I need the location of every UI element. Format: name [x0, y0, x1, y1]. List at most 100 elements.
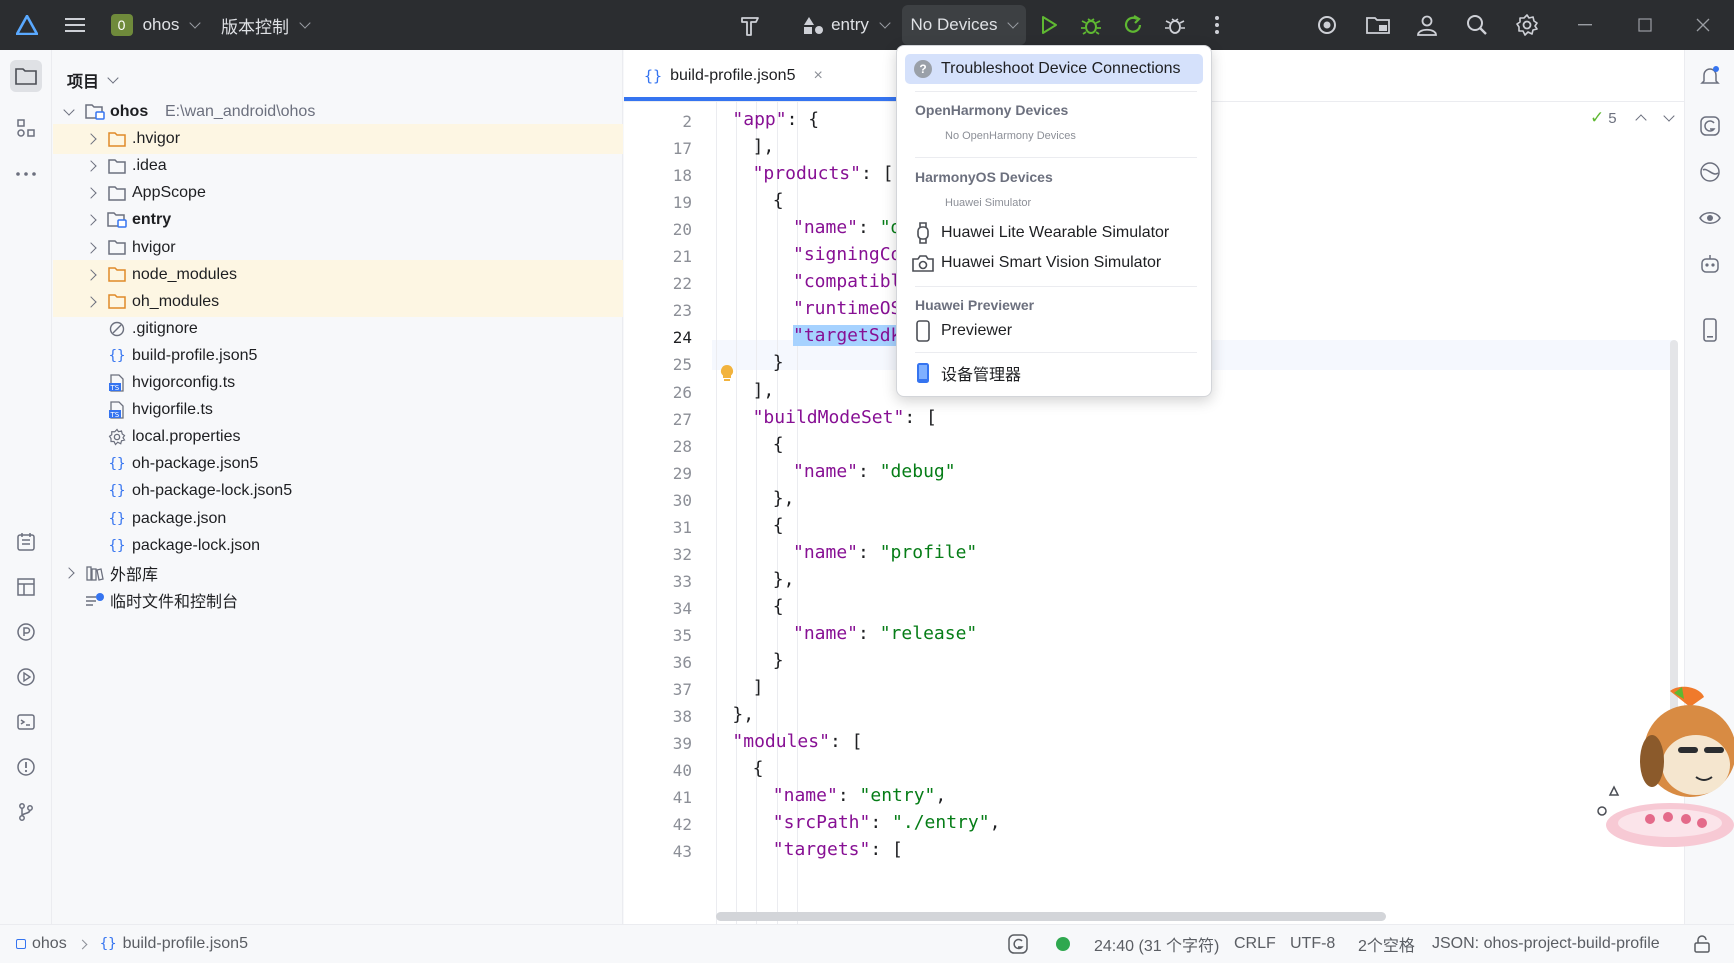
harmony-assistant-icon[interactable] [1694, 156, 1726, 188]
run-icon[interactable] [1034, 0, 1064, 50]
codegenie-icon[interactable] [1694, 110, 1726, 142]
tree-item-[interactable]: 外部库 [53, 558, 623, 588]
tree-item-gitignore[interactable]: .gitignore [53, 314, 623, 344]
structure-icon[interactable] [10, 112, 42, 144]
hammer-build-icon[interactable] [734, 0, 768, 50]
chevron-down-icon[interactable] [1662, 110, 1675, 122]
status-ok-indicator[interactable] [1056, 925, 1070, 963]
chevron-right-icon[interactable] [85, 160, 97, 172]
close-tab-icon[interactable]: × [813, 67, 822, 85]
horizontal-scrollbar[interactable] [716, 912, 1386, 921]
chevron-right-icon[interactable] [63, 567, 75, 579]
plugin-icon[interactable] [1312, 0, 1342, 50]
maximize-window-icon[interactable] [1630, 0, 1660, 50]
tree-item-label: 外部库 [110, 566, 159, 584]
layout-inspector-icon[interactable] [10, 571, 42, 603]
code-line: ], [753, 376, 775, 406]
tree-item-idea[interactable]: .idea [53, 151, 623, 181]
device-selector-label: No Devices [910, 15, 998, 34]
breadcrumb-project[interactable]: ohos [32, 935, 67, 953]
codegenie-status-icon[interactable] [1008, 925, 1028, 963]
minimize-window-icon[interactable] [1570, 0, 1600, 50]
settings-gear-icon[interactable] [1512, 0, 1542, 50]
tree-item-hvigor[interactable]: .hvigor [53, 124, 623, 155]
git-branch-icon[interactable] [10, 796, 42, 828]
chevron-down-icon [1007, 16, 1020, 29]
device-manager-item[interactable]: 设备管理器 [905, 358, 1203, 388]
attach-debugger-icon[interactable] [1160, 0, 1190, 50]
json-punct: { [772, 514, 784, 536]
tree-item-oh-package-json5[interactable]: {} oh-package.json5 [53, 449, 623, 479]
device-selector[interactable]: No Devices [902, 5, 1026, 45]
run-config-label: entry [831, 15, 869, 34]
chevron-right-icon[interactable] [85, 268, 97, 281]
file-encoding[interactable]: UTF-8 [1290, 925, 1335, 963]
svg-text:TS: TS [110, 411, 120, 419]
tab-build-profile[interactable]: {} build-profile.json5 × [634, 50, 833, 102]
unlock-icon[interactable] [1694, 925, 1710, 963]
tree-item-appscope[interactable]: AppScope [53, 178, 623, 208]
json-key: "name" [793, 622, 859, 644]
module-square-icon [16, 939, 26, 949]
troubleshoot-device-connections[interactable]: ? Troubleshoot Device Connections [905, 54, 1203, 84]
run-config-selector[interactable]: entry [800, 0, 892, 50]
tree-item-package-lock-json[interactable]: {} package-lock.json [53, 531, 623, 561]
close-window-icon[interactable] [1688, 0, 1718, 50]
robot-assistant-icon[interactable] [1694, 248, 1726, 280]
chevron-down-icon [189, 16, 202, 29]
tree-item-hvigor[interactable]: hvigor [53, 233, 623, 263]
tree-item-oh-package-lock-json5[interactable]: {} oh-package-lock.json5 [53, 476, 623, 506]
tree-item-oh-modules[interactable]: oh_modules [53, 286, 623, 317]
search-icon[interactable] [1462, 0, 1492, 50]
chevron-right-icon[interactable] [85, 187, 97, 199]
debug-icon[interactable] [1076, 0, 1106, 50]
tree-item-ohos[interactable]: ohos E:\wan_android\ohos [53, 97, 623, 127]
device-phone-icon[interactable] [1694, 314, 1726, 346]
line-separator[interactable]: CRLF [1234, 925, 1276, 963]
chevron-up-icon[interactable] [1634, 114, 1647, 126]
project-structure-icon[interactable] [1362, 0, 1394, 50]
main-menu-icon[interactable] [60, 0, 90, 50]
chevron-right-icon[interactable] [85, 296, 97, 308]
tree-item-hvigorconfig-ts[interactable]: TS hvigorconfig.ts [53, 368, 623, 398]
more-tools-icon[interactable] [10, 158, 42, 190]
caret-position[interactable]: 24:40 (31 个字符) [1094, 925, 1219, 963]
profiler-icon[interactable] [10, 616, 42, 648]
chevron-right-icon[interactable] [85, 133, 97, 145]
terminal-icon[interactable] [10, 706, 42, 738]
project-view-selector[interactable]: 项目 [67, 68, 119, 92]
vcs-menu[interactable]: 版本控制 [220, 0, 311, 50]
notifications-bell-icon[interactable] [1694, 60, 1726, 92]
more-actions-icon[interactable] [1204, 0, 1230, 50]
json-schema[interactable]: JSON: ohos-project-build-profile [1432, 925, 1660, 963]
json-file-icon: {} [108, 537, 126, 554]
previewer-item[interactable]: Previewer [905, 316, 1203, 346]
todo-icon[interactable] [10, 526, 42, 558]
json-punct: : [ [904, 406, 937, 428]
tree-item-node-modules[interactable]: node_modules [53, 259, 623, 290]
account-icon[interactable] [1412, 0, 1442, 50]
tree-item-entry[interactable]: entry [53, 205, 623, 235]
huawei-lite-wearable-simulator[interactable]: Huawei Lite Wearable Simulator [905, 218, 1203, 248]
indent-setting[interactable]: 2个空格 [1358, 925, 1415, 963]
folder-icon [107, 238, 127, 258]
apply-changes-icon[interactable] [1118, 0, 1148, 50]
problems-icon[interactable] [10, 751, 42, 783]
inspection-widget[interactable]: ✓ 5 [1590, 108, 1675, 128]
line-number: 33 [672, 571, 692, 591]
tree-item-build-profile-json5[interactable]: {} build-profile.json5 [53, 341, 623, 371]
chevron-right-icon[interactable] [85, 214, 97, 227]
project-tool-folder-icon[interactable] [10, 60, 42, 92]
preview-eye-icon[interactable] [1694, 202, 1726, 234]
tree-item-hvigorfile-ts[interactable]: TS hvigorfile.ts [53, 395, 623, 425]
tree-item-[interactable]: 临时文件和控制台 [53, 585, 623, 615]
breadcrumb-file[interactable]: build-profile.json5 [123, 935, 248, 953]
chevron-right-icon[interactable] [85, 241, 97, 254]
tree-item-local-properties[interactable]: local.properties [53, 422, 623, 452]
chevron-down-icon[interactable] [63, 104, 75, 116]
excluded-folder-icon [107, 129, 127, 149]
tree-item-package-json[interactable]: {} package.json [53, 504, 623, 534]
huawei-smart-vision-simulator[interactable]: Huawei Smart Vision Simulator [905, 248, 1203, 278]
project-switcher[interactable]: 0 ohos [110, 0, 202, 50]
run-services-icon[interactable] [10, 661, 42, 693]
